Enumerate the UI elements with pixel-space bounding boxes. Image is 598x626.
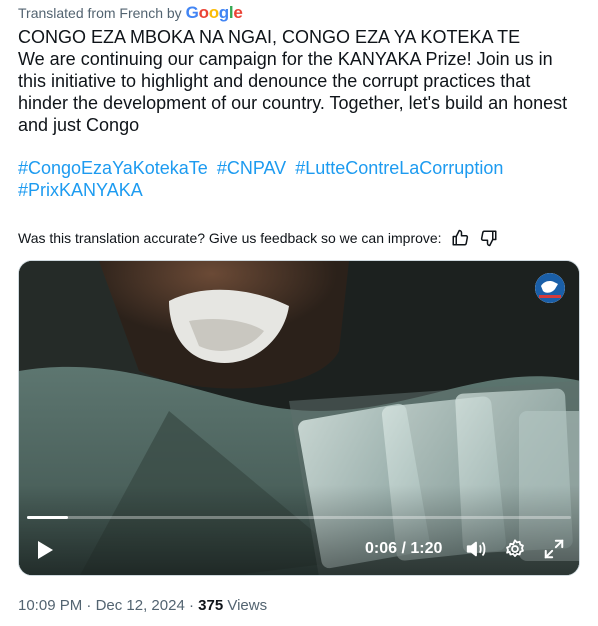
- hashtag-link[interactable]: #CongoEzaYaKotekaTe: [18, 158, 208, 178]
- feedback-question: Was this translation accurate? Give us f…: [18, 230, 442, 246]
- video-progress-fill: [27, 516, 68, 519]
- thumbs-down-icon: [480, 230, 497, 247]
- thumbs-up-button[interactable]: [449, 227, 471, 249]
- volume-icon: [466, 541, 486, 557]
- translation-attribution: Translated from French by Google: [18, 3, 243, 23]
- translation-prefix: Translated from French by: [18, 5, 182, 21]
- google-letter: e: [233, 3, 243, 22]
- meta-dot: ·: [86, 597, 92, 614]
- video-time: 0:06 / 1:20: [365, 540, 442, 558]
- time-separator: /: [401, 540, 406, 557]
- google-letter: o: [208, 3, 219, 22]
- google-letter: g: [218, 3, 229, 22]
- settings-icon: [506, 539, 524, 557]
- tweet-headline: CONGO EZA MBOKA NA NGAI, CONGO EZA YA KO…: [18, 27, 521, 47]
- settings-button[interactable]: [504, 538, 526, 560]
- video-player[interactable]: 0:06 / 1:20: [18, 260, 580, 576]
- current-time: 0:06: [365, 540, 398, 557]
- fullscreen-button[interactable]: [543, 538, 565, 560]
- hashtag-link[interactable]: #PrixKANYAKA: [18, 180, 143, 200]
- video-progress-bar[interactable]: [27, 516, 571, 519]
- tweet-text: CONGO EZA MBOKA NA NGAI, CONGO EZA YA KO…: [18, 26, 584, 136]
- channel-logo: [535, 273, 565, 303]
- tweet-time[interactable]: 10:09 PM: [18, 597, 82, 614]
- play-button[interactable]: [35, 539, 55, 561]
- google-letter: G: [185, 3, 199, 22]
- google-letter: o: [198, 3, 209, 22]
- hashtag-link[interactable]: #CNPAV: [217, 158, 286, 178]
- thumbs-down-button[interactable]: [478, 227, 500, 249]
- tweet-body: We are continuing our campaign for the K…: [18, 49, 568, 135]
- fullscreen-icon: [544, 539, 564, 559]
- duration: 1:20: [410, 540, 443, 557]
- play-icon: [38, 541, 53, 559]
- translation-feedback: Was this translation accurate? Give us f…: [18, 227, 500, 249]
- hashtag-link[interactable]: #LutteContreLaCorruption: [295, 158, 503, 178]
- channel-logo-icon: [535, 273, 565, 303]
- tweet-meta: 10:09 PM · Dec 12, 2024 · 375 Views: [18, 597, 267, 614]
- views-label: Views: [227, 597, 268, 614]
- hashtag-list: #CongoEzaYaKotekaTe #CNPAV #LutteContreL…: [18, 157, 584, 201]
- controls-overlay: [19, 485, 579, 575]
- thumbs-up-icon: [452, 229, 468, 246]
- google-logo[interactable]: Google: [186, 3, 243, 23]
- meta-dot: ·: [188, 597, 194, 614]
- views-count: 375: [198, 597, 224, 614]
- tweet-date[interactable]: Dec 12, 2024: [96, 597, 185, 614]
- volume-button[interactable]: [465, 538, 487, 560]
